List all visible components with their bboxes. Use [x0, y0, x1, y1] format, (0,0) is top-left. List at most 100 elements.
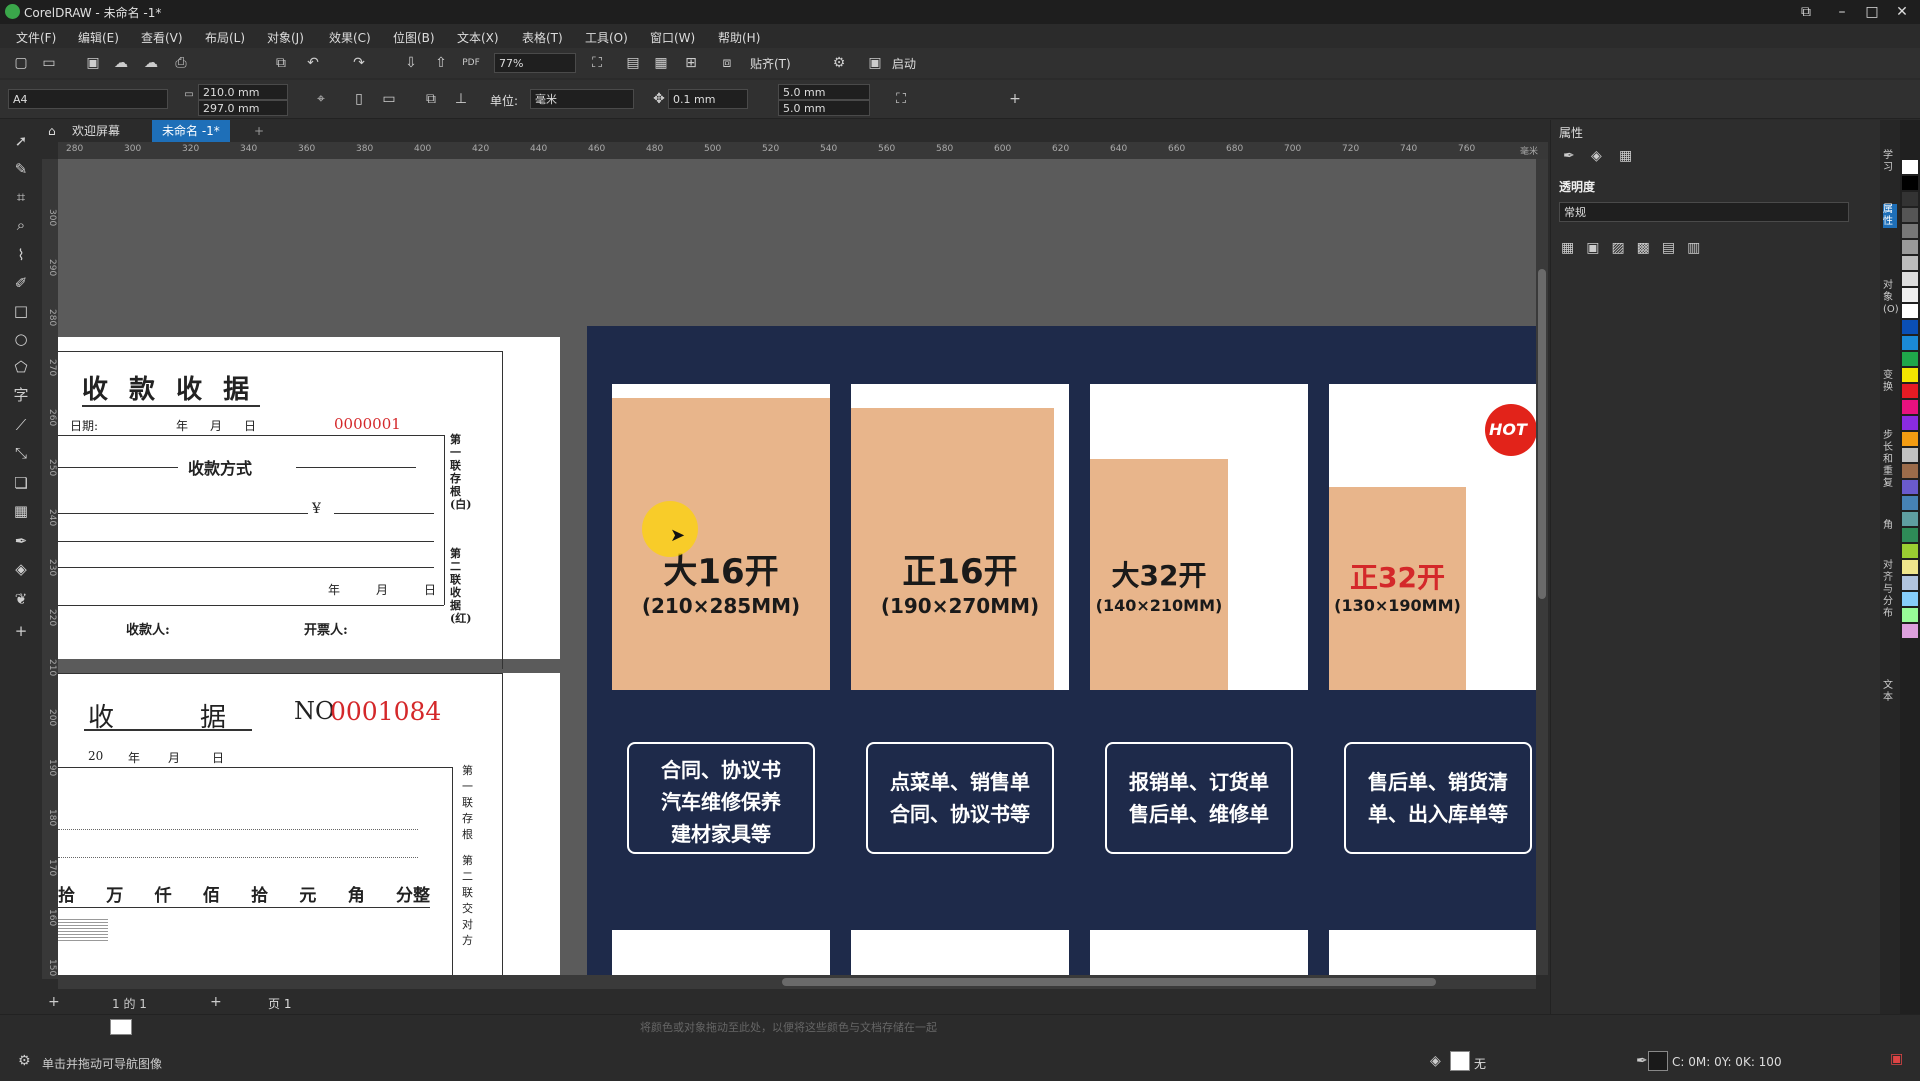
- transparency-type-icons[interactable]: ▦▣▨▩▤▥: [1561, 240, 1712, 256]
- zoom-level-select[interactable]: 77%: [494, 53, 576, 73]
- palette-swatch[interactable]: [1902, 400, 1918, 414]
- page-size-select[interactable]: A4: [8, 89, 168, 109]
- transparency-tool-icon[interactable]: ▦: [10, 500, 32, 522]
- new-document-icon[interactable]: ▢: [12, 54, 30, 72]
- vertical-scroll-thumb[interactable]: [1538, 269, 1546, 599]
- ellipse-tool-icon[interactable]: ○: [10, 328, 32, 350]
- duplicate-y-input[interactable]: 5.0 mm: [778, 100, 870, 116]
- redo-icon[interactable]: ↷: [350, 54, 368, 72]
- palette-swatch[interactable]: [1902, 608, 1918, 622]
- transparency-tab-icon[interactable]: ▦: [1619, 148, 1632, 164]
- docker-tab-align-distribute[interactable]: 对齐与分布: [1883, 560, 1897, 620]
- outline-swatch[interactable]: [1648, 1051, 1668, 1071]
- options-gear-icon[interactable]: ⚙: [830, 54, 848, 72]
- palette-swatch[interactable]: [1902, 592, 1918, 606]
- palette-swatch[interactable]: [1902, 304, 1918, 318]
- home-icon[interactable]: ⌂: [42, 120, 62, 142]
- palette-swatch[interactable]: [1902, 528, 1918, 542]
- polygon-tool-icon[interactable]: ⬠: [10, 356, 32, 378]
- page-height-input[interactable]: 297.0 mm: [198, 100, 288, 116]
- settings-icon[interactable]: ⚙: [18, 1053, 31, 1069]
- menu-window[interactable]: 窗口(W): [650, 29, 695, 46]
- palette-swatch[interactable]: [1902, 224, 1918, 238]
- cloud-download-icon[interactable]: ☁: [142, 54, 160, 72]
- palette-swatch[interactable]: [1902, 272, 1918, 286]
- print-icon[interactable]: ⎙: [172, 54, 190, 72]
- page-tab-1[interactable]: 页 1: [268, 995, 291, 1012]
- copy-icon[interactable]: ⧉: [272, 54, 290, 72]
- launch-dropdown[interactable]: 启动: [892, 55, 916, 72]
- palette-swatch[interactable]: [1902, 336, 1918, 350]
- open-folder-icon[interactable]: ▭: [40, 54, 58, 72]
- page-width-input[interactable]: 210.0 mm: [198, 84, 288, 100]
- menu-tools[interactable]: 工具(O): [585, 29, 628, 46]
- palette-swatch[interactable]: [1902, 464, 1918, 478]
- full-screen-icon[interactable]: ▤: [624, 54, 642, 72]
- page-layout-icon[interactable]: ⧉: [422, 90, 440, 108]
- all-pages-icon[interactable]: ⌖: [312, 90, 330, 108]
- new-tab-button[interactable]: +: [244, 120, 274, 142]
- undo-icon[interactable]: ↶: [304, 54, 322, 72]
- no-color-swatch[interactable]: [110, 1019, 132, 1035]
- tab-document[interactable]: 未命名 -1*: [152, 120, 230, 142]
- crop-tool-icon[interactable]: ⌗: [10, 186, 32, 208]
- text-tool-icon[interactable]: 字: [10, 384, 32, 406]
- docker-tab-text[interactable]: 文本: [1883, 680, 1897, 704]
- launch-icon[interactable]: ▣: [866, 54, 884, 72]
- palette-swatch[interactable]: [1902, 160, 1918, 174]
- fill-tab-icon[interactable]: ◈: [1591, 148, 1602, 164]
- palette-swatch[interactable]: [1902, 384, 1918, 398]
- palette-swatch[interactable]: [1902, 624, 1918, 638]
- horizontal-scroll-thumb[interactable]: [782, 978, 1436, 986]
- palette-swatch[interactable]: [1902, 176, 1918, 190]
- menu-object[interactable]: 对象(J): [267, 29, 304, 46]
- docker-tab-learn[interactable]: 学习: [1883, 150, 1897, 174]
- units-select[interactable]: 毫米: [530, 89, 634, 109]
- menu-edit[interactable]: 编辑(E): [78, 29, 119, 46]
- export-icon[interactable]: ⇧: [432, 54, 450, 72]
- maximize-button[interactable]: □: [1858, 2, 1886, 22]
- tab-welcome-screen[interactable]: 欢迎屏幕: [62, 120, 130, 142]
- menu-file[interactable]: 文件(F): [16, 29, 56, 46]
- zoom-tool-icon[interactable]: ⌕: [10, 214, 32, 236]
- palette-swatch[interactable]: [1902, 448, 1918, 462]
- bleed-icon[interactable]: ⊥: [452, 90, 470, 108]
- docker-tab-transform[interactable]: 变换: [1883, 370, 1897, 394]
- docker-tab-step-repeat[interactable]: 步长和重复: [1883, 430, 1897, 490]
- transparency-mode-select[interactable]: 常规: [1559, 202, 1849, 222]
- menu-layout[interactable]: 布局(L): [205, 29, 245, 46]
- guidelines-icon[interactable]: ⊞: [682, 54, 700, 72]
- pick-tool-icon[interactable]: ➚: [10, 130, 32, 152]
- grid-icon[interactable]: ▦: [652, 54, 670, 72]
- docker-tab-corners[interactable]: 角: [1883, 520, 1897, 532]
- drop-shadow-icon[interactable]: ❏: [10, 472, 32, 494]
- color-proof-icon[interactable]: ▣: [1890, 1051, 1903, 1067]
- menu-view[interactable]: 查看(V): [141, 29, 183, 46]
- palette-swatch[interactable]: [1902, 576, 1918, 590]
- palette-swatch[interactable]: [1902, 288, 1918, 302]
- zoom-fit-icon[interactable]: ⛶: [588, 54, 606, 72]
- page-border-icon[interactable]: ⛶: [892, 90, 910, 108]
- save-icon[interactable]: ▣: [84, 54, 102, 72]
- close-button[interactable]: ✕: [1888, 2, 1916, 22]
- snap-to-dropdown[interactable]: 贴齐(T): [750, 55, 791, 72]
- share-icon[interactable]: ⧉: [1792, 2, 1820, 22]
- smart-fill-icon[interactable]: ❦: [10, 588, 32, 610]
- landscape-icon[interactable]: ▭: [380, 90, 398, 108]
- palette-swatch[interactable]: [1902, 432, 1918, 446]
- menu-table[interactable]: 表格(T): [522, 29, 563, 46]
- drawing-canvas[interactable]: 收 款 收 据 日期: 年 月 日 0000001 收款方式 ¥ 年 月 日 收…: [58, 159, 1536, 975]
- import-icon[interactable]: ⇩: [402, 54, 420, 72]
- palette-swatch[interactable]: [1902, 256, 1918, 270]
- shape-tool-icon[interactable]: ✎: [10, 158, 32, 180]
- palette-swatch[interactable]: [1902, 512, 1918, 526]
- add-icon[interactable]: +: [1006, 90, 1024, 108]
- rectangle-tool-icon[interactable]: □: [10, 300, 32, 322]
- menu-help[interactable]: 帮助(H): [718, 29, 760, 46]
- portrait-icon[interactable]: ▯: [350, 90, 368, 108]
- docker-tab-properties[interactable]: 属性: [1883, 204, 1897, 228]
- palette-swatch[interactable]: [1902, 560, 1918, 574]
- palette-swatch[interactable]: [1902, 480, 1918, 494]
- parallel-dimension-icon[interactable]: ⟋: [10, 414, 32, 436]
- connector-tool-icon[interactable]: ⤡: [10, 442, 32, 464]
